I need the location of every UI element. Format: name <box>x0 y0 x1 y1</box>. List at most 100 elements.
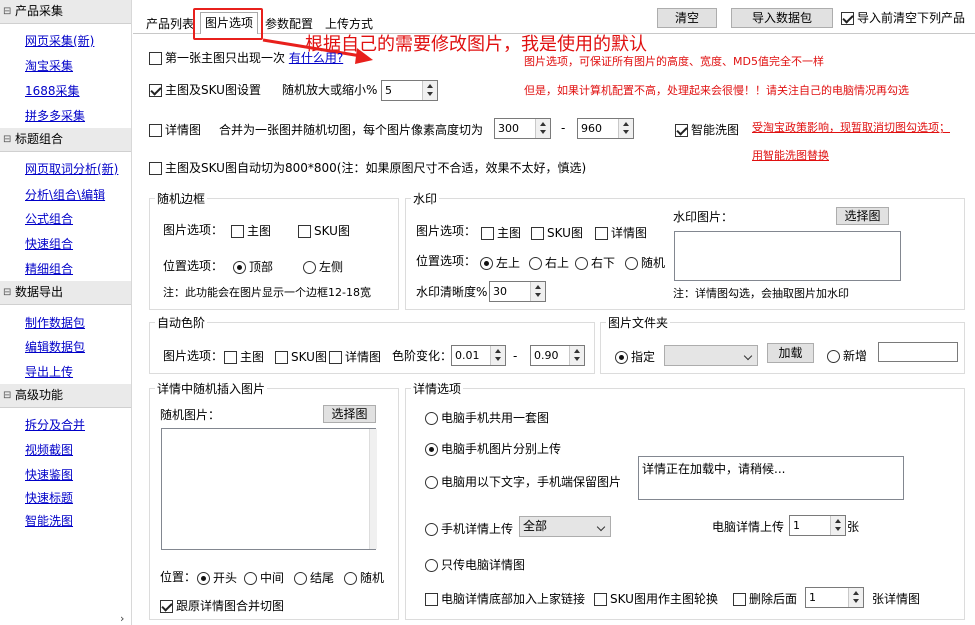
main-sku-setting-option[interactable]: 主图及SKU图设置 <box>149 82 261 98</box>
sidebar-item-quick-image[interactable]: 快速鉴图 <box>25 466 73 483</box>
collapse-icon[interactable]: ⊟ <box>3 281 11 304</box>
wm-tr-option[interactable]: 右上 <box>529 255 569 271</box>
detail-o2-option[interactable]: 电脑手机图片分别上传 <box>425 441 561 457</box>
insert-middle-option[interactable]: 中间 <box>244 570 284 586</box>
wm-main-option[interactable]: 主图 <box>481 225 521 241</box>
insert-end-option[interactable]: 结尾 <box>294 570 334 586</box>
detail-c3-option[interactable]: 删除后面 <box>733 591 797 607</box>
wm-rand-option[interactable]: 随机 <box>625 255 665 271</box>
pc-detail-spinner[interactable]: 1 <box>789 515 846 536</box>
border-sku-option[interactable]: SKU图 <box>298 223 350 239</box>
wm-detail-option[interactable]: 详情图 <box>595 225 647 241</box>
folder-new-option[interactable]: 新增 <box>827 348 867 364</box>
spinner-arrows-icon[interactable] <box>535 119 550 138</box>
color-max-spinner[interactable]: 0.90 <box>530 345 585 366</box>
tab-product-list[interactable]: 产品列表 <box>146 14 194 34</box>
spinner-arrows-icon[interactable] <box>848 588 863 607</box>
wm-main-checkbox[interactable] <box>481 227 494 240</box>
border-left-option[interactable]: 左侧 <box>303 259 343 275</box>
color-min-spinner[interactable]: 0.01 <box>451 345 506 366</box>
color-sku-option[interactable]: SKU图 <box>275 349 327 365</box>
color-detail-checkbox[interactable] <box>329 351 342 364</box>
color-main-checkbox[interactable] <box>224 351 237 364</box>
detail-o5-radio[interactable] <box>425 559 438 572</box>
folder-new-input[interactable] <box>878 342 958 362</box>
wm-br-radio[interactable] <box>575 257 588 270</box>
wm-rand-radio[interactable] <box>625 257 638 270</box>
sidebar-item-quick-title[interactable]: 快速标题 <box>25 489 73 506</box>
insert-middle-radio[interactable] <box>244 572 257 585</box>
wm-sku-checkbox[interactable] <box>531 227 544 240</box>
sidebar-item-smart-wash[interactable]: 智能洗图 <box>25 512 73 529</box>
sidebar-item-edit-package[interactable]: 编辑数据包 <box>25 338 85 355</box>
sidebar-section-export[interactable]: ⊟ 数据导出 <box>0 281 131 305</box>
clear-before-import-option[interactable]: 导入前清空下列产品 <box>841 10 965 26</box>
spinner-arrows-icon[interactable] <box>830 516 845 535</box>
sidebar-item-word-analysis[interactable]: 网页取词分析(新) <box>25 160 118 177</box>
auto-800-checkbox[interactable] <box>149 162 162 175</box>
import-package-button[interactable]: 导入数据包 <box>731 8 833 28</box>
wm-tl-radio[interactable] <box>480 257 493 270</box>
detail-c1-checkbox[interactable] <box>425 593 438 606</box>
sidebar-item-taobao[interactable]: 淘宝采集 <box>25 57 73 74</box>
insert-start-option[interactable]: 开头 <box>197 570 237 586</box>
detail-option[interactable]: 详情图 <box>149 122 201 138</box>
insert-choose-image-button[interactable]: 选择图 <box>323 405 376 423</box>
detail-c2-option[interactable]: SKU图用作主图轮换 <box>594 591 718 607</box>
scroll-right-icon[interactable]: › <box>120 612 124 625</box>
spinner-arrows-icon[interactable] <box>569 346 584 365</box>
insert-box-scrollbar[interactable] <box>369 429 377 549</box>
collapse-icon[interactable]: ⊟ <box>3 0 11 23</box>
sidebar-item-analyze-edit[interactable]: 分析\组合\编辑 <box>25 186 105 203</box>
height-max-spinner[interactable]: 960 <box>577 118 634 139</box>
detail-o3-radio[interactable] <box>425 476 438 489</box>
color-sku-checkbox[interactable] <box>275 351 288 364</box>
border-top-radio[interactable] <box>233 261 246 274</box>
detail-o4-radio[interactable] <box>425 523 438 536</box>
border-main-option[interactable]: 主图 <box>231 223 271 239</box>
insert-end-radio[interactable] <box>294 572 307 585</box>
sidebar-section-title[interactable]: ⊟ 标题组合 <box>0 128 131 152</box>
border-main-checkbox[interactable] <box>231 225 244 238</box>
sidebar-section-collect[interactable]: ⊟ 产品采集 <box>0 0 131 24</box>
clear-button[interactable]: 清空 <box>657 8 717 28</box>
sidebar-item-quick-combo[interactable]: 快速组合 <box>25 235 73 252</box>
sidebar-section-advanced[interactable]: ⊟ 高级功能 <box>0 384 131 408</box>
smart-wash-checkbox[interactable] <box>675 124 688 137</box>
collapse-icon[interactable]: ⊟ <box>3 384 11 407</box>
folder-specify-radio[interactable] <box>615 351 628 364</box>
spinner-arrows-icon[interactable] <box>618 119 633 138</box>
sidebar-item-split-merge[interactable]: 拆分及合并 <box>25 416 85 433</box>
wm-br-option[interactable]: 右下 <box>575 255 615 271</box>
what-use-link[interactable]: 有什么用? <box>289 51 343 65</box>
color-detail-option[interactable]: 详情图 <box>329 349 381 365</box>
insert-merge-checkbox[interactable] <box>160 600 173 613</box>
detail-o4-option[interactable]: 手机详情上传 <box>425 521 513 537</box>
auto-800-option[interactable]: 主图及SKU图自动切为800*800(注：如果原图尺寸不合适，效果不太好，慎选) <box>149 160 586 176</box>
insert-start-radio[interactable] <box>197 572 210 585</box>
sidebar-item-fine-combo[interactable]: 精细组合 <box>25 260 73 277</box>
wm-choose-image-button[interactable]: 选择图 <box>836 207 889 225</box>
main-sku-checkbox[interactable] <box>149 84 162 97</box>
wm-tl-option[interactable]: 左上 <box>480 255 520 271</box>
wm-tr-radio[interactable] <box>529 257 542 270</box>
wm-picture-box[interactable] <box>674 231 901 281</box>
clear-before-checkbox[interactable] <box>841 12 854 25</box>
sidebar-item-1688[interactable]: 1688采集 <box>25 82 80 99</box>
spinner-arrows-icon[interactable] <box>422 81 437 100</box>
collapse-icon[interactable]: ⊟ <box>3 128 11 151</box>
sidebar-item-make-package[interactable]: 制作数据包 <box>25 314 85 331</box>
detail-o5-option[interactable]: 只传电脑详情图 <box>425 557 525 573</box>
detail-c1-option[interactable]: 电脑详情底部加入上家链接 <box>425 591 585 607</box>
detail-o3-option[interactable]: 电脑用以下文字，手机端保留图片 <box>425 474 621 490</box>
detail-o2-radio[interactable] <box>425 443 438 456</box>
folder-specify-option[interactable]: 指定 <box>615 349 655 365</box>
wm-detail-checkbox[interactable] <box>595 227 608 240</box>
delete-count-spinner[interactable]: 1 <box>805 587 864 608</box>
first-main-once-checkbox[interactable] <box>149 52 162 65</box>
height-min-spinner[interactable]: 300 <box>494 118 551 139</box>
wm-clarity-spinner[interactable]: 30 <box>489 281 546 302</box>
spinner-arrows-icon[interactable] <box>490 346 505 365</box>
spinner-arrows-icon[interactable] <box>530 282 545 301</box>
sidebar-item-pdd[interactable]: 拼多多采集 <box>25 107 85 124</box>
